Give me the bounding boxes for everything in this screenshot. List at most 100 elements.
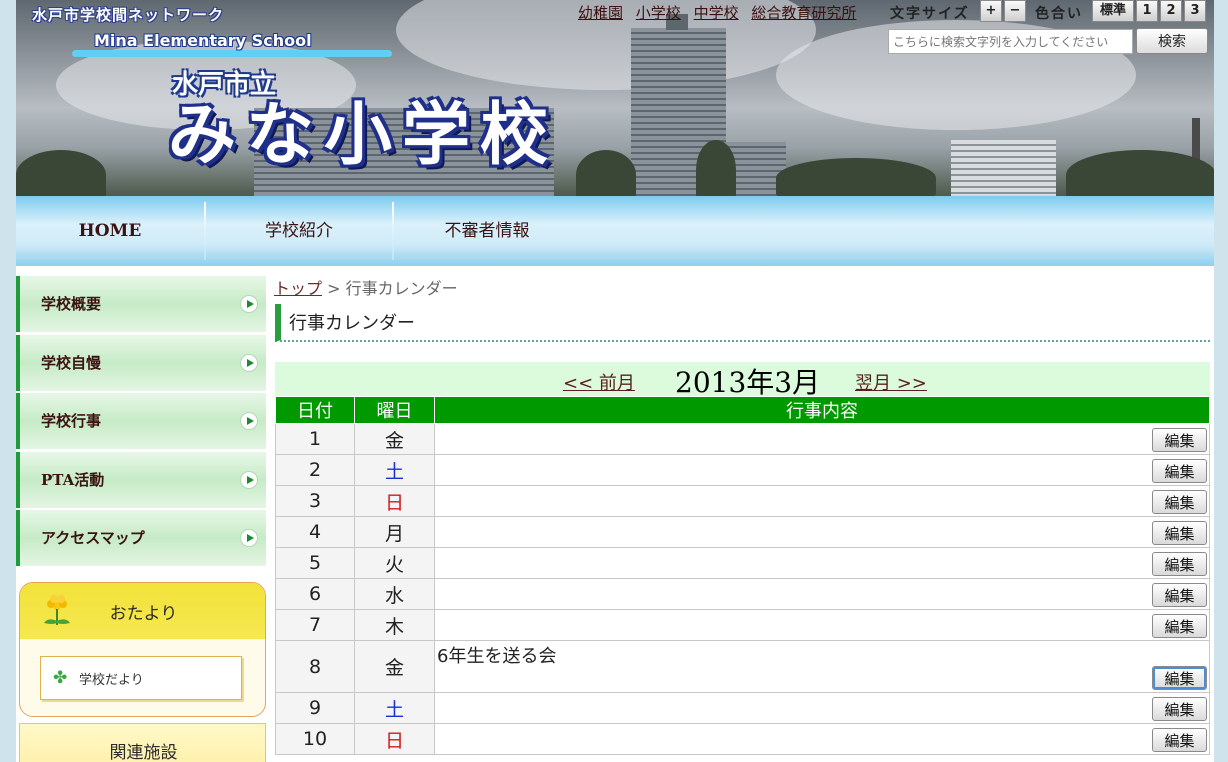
weekday-cell: 月 bbox=[354, 516, 435, 548]
event-cell: 編集 bbox=[434, 516, 1210, 548]
edit-button[interactable]: 編集 bbox=[1152, 521, 1207, 545]
date-cell: 5 bbox=[275, 547, 355, 579]
table-header-row: 日付 曜日 行事内容 bbox=[275, 396, 1210, 424]
sidebar-item-label: アクセスマップ bbox=[41, 529, 145, 547]
sidebar-item-label: 学校行事 bbox=[41, 412, 102, 430]
arrow-right-icon bbox=[240, 295, 258, 313]
arrow-right-icon bbox=[240, 471, 258, 489]
color-3-button[interactable]: 3 bbox=[1184, 0, 1206, 22]
page: 水戸市学校間ネットワーク Mina Elementary School 水戸市立… bbox=[16, 0, 1214, 762]
sidebar-item-label: 学校自慢 bbox=[41, 354, 102, 372]
font-size-minus-button[interactable]: − bbox=[1004, 0, 1026, 22]
edit-button[interactable]: 編集 bbox=[1152, 552, 1207, 576]
weekday-cell: 金 bbox=[354, 640, 435, 693]
edit-button[interactable]: 編集 bbox=[1152, 697, 1207, 721]
breadcrumb-top-link[interactable]: トップ bbox=[274, 279, 322, 298]
column-header-event: 行事内容 bbox=[434, 396, 1210, 424]
event-cell: 編集 bbox=[434, 423, 1210, 455]
event-cell: 編集 bbox=[434, 609, 1210, 641]
link-kindergarten[interactable]: 幼稚園 bbox=[578, 4, 623, 22]
sidebar-item-events[interactable]: 学校行事 bbox=[16, 393, 266, 449]
school-newsletter-link[interactable]: ✤ 学校だより bbox=[40, 656, 242, 700]
font-size-plus-button[interactable]: + bbox=[980, 0, 1002, 22]
table-row: 8 金 6年生を送る会編集 bbox=[275, 640, 1210, 693]
prev-month-link[interactable]: << 前月 bbox=[563, 369, 635, 395]
event-cell: 編集 bbox=[434, 485, 1210, 517]
table-row: 10 日 編集 bbox=[275, 723, 1210, 755]
nav-item-home[interactable]: HOME bbox=[16, 196, 204, 266]
next-month-link[interactable]: 翌月 >> bbox=[855, 369, 927, 395]
event-cell: 6年生を送る会編集 bbox=[434, 640, 1210, 693]
event-cell: 編集 bbox=[434, 454, 1210, 486]
edit-button[interactable]: 編集 bbox=[1152, 666, 1207, 690]
column-header-weekday: 曜日 bbox=[354, 396, 435, 424]
table-row: 6 水 編集 bbox=[275, 578, 1210, 610]
date-cell: 6 bbox=[275, 578, 355, 610]
calendar-month-header: << 前月 2013年3月 翌月 >> bbox=[275, 362, 1210, 399]
color-standard-button[interactable]: 標準 bbox=[1092, 0, 1134, 22]
edit-button[interactable]: 編集 bbox=[1152, 490, 1207, 514]
table-row: 9 土 編集 bbox=[275, 692, 1210, 724]
sidebar-item-overview[interactable]: 学校概要 bbox=[16, 276, 266, 332]
sidebar-item-access-map[interactable]: アクセスマップ bbox=[16, 510, 266, 566]
newsletter-title: おたより bbox=[109, 604, 178, 624]
sidebar-item-label: PTA活動 bbox=[41, 471, 105, 489]
related-facilities-title: 関連施設 bbox=[109, 743, 178, 762]
link-education-institute[interactable]: 総合教育研究所 bbox=[751, 4, 856, 22]
edit-button[interactable]: 編集 bbox=[1152, 728, 1207, 752]
nav-item-school-intro[interactable]: 学校紹介 bbox=[206, 196, 392, 266]
table-row: 3 日 編集 bbox=[275, 485, 1210, 517]
date-cell: 8 bbox=[275, 640, 355, 693]
column-header-date: 日付 bbox=[275, 396, 355, 424]
table-row: 2 土 編集 bbox=[275, 454, 1210, 486]
search-input[interactable] bbox=[888, 29, 1133, 54]
table-row: 1 金 編集 bbox=[275, 423, 1210, 455]
sidebar-item-label: 学校概要 bbox=[41, 295, 102, 313]
color-2-button[interactable]: 2 bbox=[1160, 0, 1182, 22]
nav-item-suspicious-info[interactable]: 不審者情報 bbox=[394, 196, 580, 266]
table-row: 5 火 編集 bbox=[275, 547, 1210, 579]
sidebar-item-pride[interactable]: 学校自慢 bbox=[16, 335, 266, 391]
breadcrumb-current: 行事カレンダー bbox=[345, 279, 458, 298]
related-facilities-box: 関連施設 bbox=[19, 723, 266, 762]
link-junior-high[interactable]: 中学校 bbox=[694, 4, 739, 22]
date-cell: 7 bbox=[275, 609, 355, 641]
weekday-cell: 火 bbox=[354, 547, 435, 579]
table-row: 7 木 編集 bbox=[275, 609, 1210, 641]
edit-button[interactable]: 編集 bbox=[1152, 614, 1207, 638]
school-newsletter-label: 学校だより bbox=[79, 673, 144, 688]
table-row: 4 月 編集 bbox=[275, 516, 1210, 548]
date-cell: 1 bbox=[275, 423, 355, 455]
arrow-right-icon bbox=[240, 529, 258, 547]
weekday-cell: 日 bbox=[354, 485, 435, 517]
weekday-cell: 土 bbox=[354, 692, 435, 724]
sidebar-item-pta[interactable]: PTA活動 bbox=[16, 452, 266, 508]
title-underline bbox=[72, 50, 392, 57]
date-cell: 10 bbox=[275, 723, 355, 755]
weekday-cell: 土 bbox=[354, 454, 435, 486]
event-cell: 編集 bbox=[434, 547, 1210, 579]
event-cell: 編集 bbox=[434, 692, 1210, 724]
newsletter-box: おたより ✤ 学校だより bbox=[19, 582, 266, 717]
date-cell: 4 bbox=[275, 516, 355, 548]
school-name-english: Mina Elementary School bbox=[94, 31, 312, 50]
weekday-cell: 金 bbox=[354, 423, 435, 455]
link-elementary[interactable]: 小学校 bbox=[636, 4, 681, 22]
calendar-rows: 1 金編集 2 土編集 3 日編集 4 月編集 5 火編集 6 水編集 7 木編集 8 金 6年生を送る会 編集 9… bbox=[275, 423, 1210, 755]
weekday-cell: 水 bbox=[354, 578, 435, 610]
network-label: 水戸市学校間ネットワーク bbox=[32, 6, 225, 24]
color-1-button[interactable]: 1 bbox=[1136, 0, 1158, 22]
search-button[interactable]: 検索 bbox=[1136, 28, 1208, 54]
arrow-right-icon bbox=[240, 412, 258, 430]
event-text: 6年生を送る会 bbox=[437, 646, 557, 667]
event-calendar-table: 日付 曜日 行事内容 1 金編集 2 土編集 3 日編集 4 月編集 5 火編集 6 水編集 7 木編集 8… bbox=[275, 396, 1210, 755]
edit-button[interactable]: 編集 bbox=[1152, 459, 1207, 483]
header-banner: 水戸市学校間ネットワーク Mina Elementary School 水戸市立… bbox=[16, 0, 1214, 196]
edit-button[interactable]: 編集 bbox=[1152, 583, 1207, 607]
page-title: 行事カレンダー bbox=[289, 313, 415, 334]
edit-button[interactable]: 編集 bbox=[1152, 428, 1207, 452]
month-label: 2013年3月 bbox=[675, 366, 821, 399]
weekday-cell: 木 bbox=[354, 609, 435, 641]
date-cell: 2 bbox=[275, 454, 355, 486]
date-cell: 3 bbox=[275, 485, 355, 517]
